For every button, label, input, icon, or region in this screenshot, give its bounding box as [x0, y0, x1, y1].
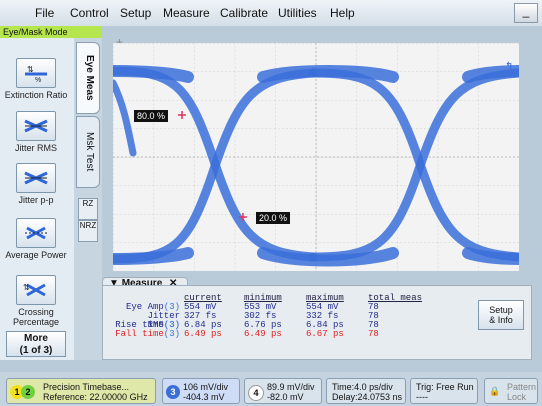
tool-label: Jitter p-p — [18, 195, 54, 205]
tool-label: Jitter RMS — [14, 143, 57, 153]
timebase-title: Precision Timebase... — [43, 382, 130, 392]
tool-crossing-percentage[interactable]: ⇅ Crossing Percentage — [3, 275, 69, 327]
menu-help[interactable]: Help — [330, 6, 355, 20]
channel-4-badge: 4 — [248, 385, 264, 401]
channel-ref: (3) — [163, 329, 180, 339]
oscilloscope-window: File Control Setup Measure Calibrate Uti… — [0, 0, 542, 406]
more-page-label: (1 of 3) — [19, 345, 53, 356]
trigger-detail: ---- — [416, 392, 428, 402]
pattern-label: Pattern — [507, 382, 537, 392]
extinction-ratio-icon[interactable]: ⇅% — [16, 58, 56, 88]
svg-text:%: % — [35, 77, 41, 82]
channel-3-box[interactable]: 3 106 mV/div -404.3 mV — [162, 378, 240, 404]
info-label: & Info — [489, 315, 513, 325]
tab-rz[interactable]: RZ — [78, 198, 98, 220]
measure-minimum-cell: 6.49 ps — [244, 329, 282, 339]
eye-diagram-svg: ↰ — [107, 43, 525, 271]
svg-text:⇅: ⇅ — [23, 283, 30, 292]
lock-label: Lock — [507, 392, 527, 402]
menu-file[interactable]: File — [35, 6, 54, 20]
menu-control[interactable]: Control — [70, 6, 109, 20]
more-label: More — [24, 333, 48, 344]
minimize-button[interactable]: _ — [514, 3, 538, 23]
measure-maximum-cell: 6.67 ps — [306, 329, 344, 339]
jitter-pp-icon[interactable] — [16, 163, 56, 193]
channel-3-badge: 3 — [166, 385, 180, 399]
tool-label: Extinction Ratio — [4, 90, 68, 100]
menu-utilities[interactable]: Utilities — [278, 6, 317, 20]
crossing-percentage-icon[interactable]: ⇅ — [16, 275, 56, 305]
tool-average-power[interactable]: Average Power — [3, 218, 69, 260]
tool-label: Average Power — [5, 250, 67, 260]
channel-4-box[interactable]: 4 89.9 mV/div -82.0 mV — [244, 378, 322, 404]
measure-label-cell: Fall time(3) — [115, 329, 180, 339]
tool-jitter-rms[interactable]: Jitter RMS — [3, 111, 69, 153]
trigger-mode: Trig: Free Run — [416, 382, 474, 392]
menu-measure[interactable]: Measure — [163, 6, 210, 20]
timebase-box[interactable]: 12 Precision Timebase... Reference: 22.0… — [6, 378, 156, 404]
ch3-scale: 106 mV/div — [183, 382, 229, 392]
ch4-scale: 89.9 mV/div — [267, 382, 315, 392]
tab-msk-test[interactable]: Msk Test — [76, 116, 100, 188]
measure-current-cell: 6.49 ps — [184, 329, 222, 339]
jitter-rms-icon[interactable] — [16, 111, 56, 141]
pattern-lock-box[interactable]: 🔒 Pattern Lock — [484, 378, 538, 404]
svg-text:↰: ↰ — [505, 61, 513, 72]
tool-jitter-pp[interactable]: Jitter p-p — [3, 163, 69, 205]
timebase-reference: Reference: 22.00000 GHz — [43, 392, 148, 402]
more-button[interactable]: More (1 of 3) — [6, 331, 66, 357]
measure-total-cell: 78 — [368, 329, 379, 339]
menu-setup[interactable]: Setup — [120, 6, 151, 20]
time-scale: Time:4.0 ps/div — [332, 382, 393, 392]
trigger-box[interactable]: Trig: Free Run ---- — [410, 378, 478, 404]
lock-icon: 🔒 — [489, 386, 501, 396]
ch3-offset: -404.3 mV — [183, 392, 225, 402]
marker-80-label: 80.0 % — [134, 110, 169, 122]
vertical-tabs: Eye Meas Msk Test RZ NRZ — [74, 38, 102, 360]
menu-calibrate[interactable]: Calibrate — [220, 6, 268, 20]
measurement-toolbar: ⇅% Extinction Ratio Jitter RMS Jitter p-… — [0, 38, 74, 360]
tool-extinction-ratio[interactable]: ⇅% Extinction Ratio — [3, 58, 69, 100]
menu-bar: File Control Setup Measure Calibrate Uti… — [0, 0, 542, 26]
average-power-icon[interactable] — [16, 218, 56, 248]
tool-label: Crossing Percentage — [12, 307, 60, 327]
setup-info-button[interactable]: Setup & Info — [478, 300, 524, 330]
setup-label: Setup — [489, 305, 513, 315]
time-box[interactable]: Time:4.0 ps/div Delay:24.0753 ns — [326, 378, 406, 404]
channel-2-badge: 2 — [21, 385, 35, 399]
eye-diagram-display[interactable]: ↰ — [107, 43, 525, 271]
mode-label: Eye/Mask Mode — [0, 26, 102, 38]
time-delay: Delay:24.0753 ns — [332, 392, 403, 402]
tab-eye-meas[interactable]: Eye Meas — [76, 42, 100, 114]
tab-nrz[interactable]: NRZ — [78, 220, 98, 242]
marker-20-label: 20.0 % — [256, 212, 291, 224]
ch4-offset: -82.0 mV — [267, 392, 304, 402]
